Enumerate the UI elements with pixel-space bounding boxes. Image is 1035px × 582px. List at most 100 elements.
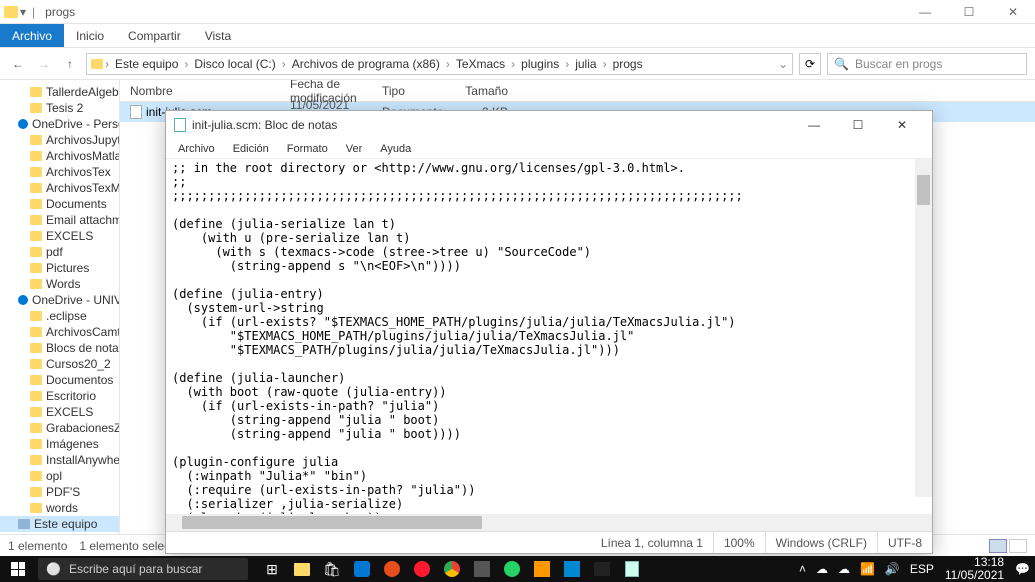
tree-item[interactable]: pdf <box>0 244 119 260</box>
tree-item[interactable]: Blocs de notas <box>0 340 119 356</box>
view-large-icon[interactable] <box>1009 539 1027 553</box>
forward-button[interactable]: → <box>34 54 54 74</box>
tab-compartir[interactable]: Compartir <box>116 24 193 47</box>
close-button[interactable]: ✕ <box>880 111 924 139</box>
tree-item[interactable]: Escritorio <box>0 388 119 404</box>
app-icon[interactable] <box>558 556 586 582</box>
document-icon <box>130 105 142 119</box>
tab-vista[interactable]: Vista <box>193 24 243 47</box>
notepad-text-area[interactable]: ;; in the root directory or <http://www.… <box>166 159 932 514</box>
onedrive-icon[interactable]: ☁ <box>811 556 833 582</box>
tab-archivo[interactable]: Archivo <box>0 24 64 47</box>
menu-ayuda[interactable]: Ayuda <box>372 143 419 155</box>
ribbon-tabs: Archivo Inicio Compartir Vista <box>0 24 1035 48</box>
tree-item[interactable]: Documentos <box>0 372 119 388</box>
horizontal-scrollbar[interactable] <box>166 514 932 531</box>
wifi-icon[interactable]: 📶 <box>855 556 880 582</box>
tree-item[interactable]: Cursos20_2 <box>0 356 119 372</box>
chrome-icon[interactable] <box>438 556 466 582</box>
vertical-scrollbar[interactable] <box>915 159 932 497</box>
tree-item[interactable]: ArchivosMatlab <box>0 148 119 164</box>
view-details-icon[interactable] <box>989 539 1007 553</box>
opera-icon[interactable] <box>408 556 436 582</box>
notepad-icon[interactable] <box>618 556 646 582</box>
folder-icon <box>30 199 42 209</box>
task-view-icon[interactable]: ⊞ <box>258 556 286 582</box>
tree-item[interactable]: OneDrive - UNIVERSID. <box>0 292 119 308</box>
tray-chevron-icon[interactable]: ˄ <box>794 556 811 582</box>
folder-icon <box>30 391 42 401</box>
menu-ver[interactable]: Ver <box>338 143 371 155</box>
tree-item[interactable]: Documents <box>0 196 119 212</box>
notepad-titlebar[interactable]: init-julia.scm: Bloc de notas — ☐ ✕ <box>166 111 932 139</box>
minimize-button[interactable]: — <box>792 111 836 139</box>
language-indicator[interactable]: ESP <box>905 556 939 582</box>
folder-icon <box>30 231 42 241</box>
tree-item[interactable]: ArchivosJupyter <box>0 132 119 148</box>
edge-icon[interactable] <box>348 556 376 582</box>
tree-item[interactable]: words <box>0 500 119 516</box>
tree-item[interactable]: opl <box>0 468 119 484</box>
app-icon[interactable] <box>468 556 496 582</box>
menu-formato[interactable]: Formato <box>279 143 336 155</box>
breadcrumb[interactable]: › Este equipo› Disco local (C:)› Archivo… <box>86 53 793 75</box>
tree-item[interactable]: Words <box>0 276 119 292</box>
tree-item[interactable]: PDF'S <box>0 484 119 500</box>
tree-item[interactable]: OneDrive - Personal <box>0 116 119 132</box>
tree-item[interactable]: GrabacionesZoom <box>0 420 119 436</box>
search-icon: 🔍 <box>834 57 849 71</box>
tree-item[interactable]: Pictures <box>0 260 119 276</box>
close-button[interactable]: ✕ <box>991 0 1035 24</box>
clock[interactable]: 13:18 11/05/2021 <box>939 556 1010 582</box>
tree-item[interactable]: ArchivosTexMacs <box>0 180 119 196</box>
column-name[interactable]: Nombre <box>120 84 290 98</box>
explorer-icon[interactable] <box>288 556 316 582</box>
start-button[interactable] <box>0 556 36 582</box>
search-input[interactable]: 🔍 Buscar en progs <box>827 53 1027 75</box>
folder-icon <box>30 87 42 97</box>
menu-edicion[interactable]: Edición <box>225 143 277 155</box>
tree-item[interactable]: EXCELS <box>0 228 119 244</box>
tree-item[interactable]: Tesis 2 <box>0 100 119 116</box>
tree-item[interactable]: EXCELS <box>0 404 119 420</box>
column-type[interactable]: Tipo <box>382 84 460 98</box>
minimize-button[interactable]: — <box>903 0 947 24</box>
tree-item[interactable]: Este equipo <box>0 516 119 532</box>
tree-item[interactable]: Imágenes <box>0 436 119 452</box>
folder-icon <box>30 359 42 369</box>
notepad-menubar: Archivo Edición Formato Ver Ayuda <box>166 139 932 159</box>
column-size[interactable]: Tamaño <box>460 84 508 98</box>
folder-icon <box>4 6 18 18</box>
app-icon[interactable] <box>528 556 556 582</box>
whatsapp-icon[interactable] <box>498 556 526 582</box>
app-icon[interactable] <box>378 556 406 582</box>
folder-tree[interactable]: TallerdeAlgebraPDFTesis 2OneDrive - Pers… <box>0 80 120 534</box>
maximize-button[interactable]: ☐ <box>836 111 880 139</box>
tree-item[interactable]: InstallAnywhere <box>0 452 119 468</box>
onedrive-icon <box>18 119 28 129</box>
back-button[interactable]: ← <box>8 54 28 74</box>
navigation-bar: ← → ↑ › Este equipo› Disco local (C:)› A… <box>0 48 1035 80</box>
folder-icon <box>30 471 42 481</box>
notifications-icon[interactable]: 💬 <box>1010 556 1035 582</box>
tree-item[interactable]: TallerdeAlgebraPDF <box>0 84 119 100</box>
tab-inicio[interactable]: Inicio <box>64 24 116 47</box>
onedrive-icon[interactable]: ☁ <box>833 556 855 582</box>
up-button[interactable]: ↑ <box>60 54 80 74</box>
taskbar-search[interactable]: ⚪ Escribe aquí para buscar <box>38 558 248 580</box>
store-icon[interactable]: 🛍 <box>318 556 346 582</box>
tree-item[interactable]: ArchivosCamtasia <box>0 324 119 340</box>
notepad-window: init-julia.scm: Bloc de notas — ☐ ✕ Arch… <box>165 110 933 554</box>
onedrive-icon <box>18 295 28 305</box>
search-icon: ⚪ <box>46 562 61 576</box>
tree-item[interactable]: Email attachments <box>0 212 119 228</box>
menu-archivo[interactable]: Archivo <box>170 143 223 155</box>
volume-icon[interactable]: 🔊 <box>880 556 905 582</box>
maximize-button[interactable]: ☐ <box>947 0 991 24</box>
terminal-icon[interactable] <box>588 556 616 582</box>
refresh-button[interactable]: ⟳ <box>799 53 821 75</box>
tree-item[interactable]: .eclipse <box>0 308 119 324</box>
folder-icon <box>30 279 42 289</box>
folder-icon <box>30 135 42 145</box>
tree-item[interactable]: ArchivosTex <box>0 164 119 180</box>
